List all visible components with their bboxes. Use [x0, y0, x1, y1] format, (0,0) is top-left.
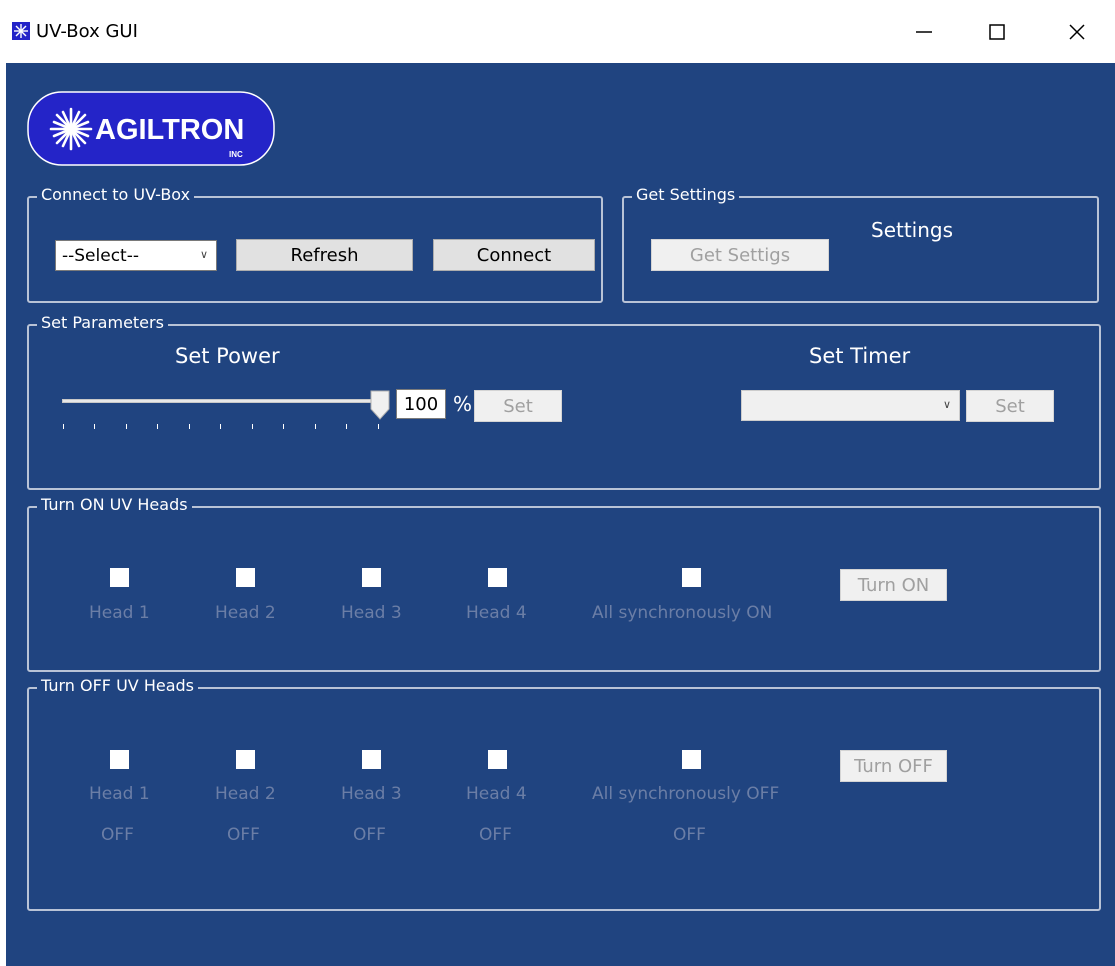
head-3-off-status: OFF — [353, 825, 386, 845]
turn-on-button[interactable]: Turn ON — [840, 569, 947, 601]
power-slider-thumb[interactable] — [370, 390, 390, 425]
slider-tick — [189, 424, 190, 429]
timer-select[interactable]: ∨ — [741, 390, 960, 421]
slider-tick — [94, 424, 95, 429]
refresh-button[interactable]: Refresh — [236, 239, 413, 271]
head-1-off-checkbox[interactable] — [110, 750, 129, 769]
minimize-icon — [916, 31, 932, 33]
head-3-on-checkbox[interactable] — [362, 568, 381, 587]
head-1-off-status: OFF — [101, 825, 134, 845]
maximize-icon — [989, 24, 1005, 40]
head-2-on-checkbox[interactable] — [236, 568, 255, 587]
connect-button[interactable]: Connect — [433, 239, 595, 271]
head-1-on-checkbox[interactable] — [110, 568, 129, 587]
connect-legend: Connect to UV-Box — [37, 185, 195, 204]
set-power-title: Set Power — [175, 344, 280, 368]
set-parameters-legend: Set Parameters — [37, 313, 168, 332]
power-unit: % — [453, 392, 473, 416]
head-1-off-label: Head 1 — [89, 784, 150, 804]
slider-tick — [283, 424, 284, 429]
turn-on-legend: Turn ON UV Heads — [37, 495, 192, 514]
get-settings-group: Get Settings Get Settigs Settings — [622, 185, 1099, 303]
head-4-off-checkbox[interactable] — [488, 750, 507, 769]
all-off-checkbox[interactable] — [682, 750, 701, 769]
head-1-on-label: Head 1 — [89, 603, 150, 623]
power-set-button[interactable]: Set — [474, 390, 562, 422]
head-3-off-checkbox[interactable] — [362, 750, 381, 769]
connect-group: Connect to UV-Box --Select-- ∨ Refresh C… — [27, 185, 603, 303]
head-4-off-status: OFF — [479, 825, 512, 845]
head-3-off-label: Head 3 — [341, 784, 402, 804]
head-3-on-label: Head 3 — [341, 603, 402, 623]
get-settings-legend: Get Settings — [632, 185, 740, 204]
set-timer-title: Set Timer — [809, 344, 911, 368]
power-slider-track[interactable] — [62, 399, 380, 403]
minimize-button[interactable] — [904, 14, 944, 50]
head-4-on-checkbox[interactable] — [488, 568, 507, 587]
chevron-down-icon: ∨ — [942, 397, 951, 411]
turn-off-group: Turn OFF UV Heads Head 1 Head 2 Head 3 H… — [27, 676, 1101, 911]
close-button[interactable] — [1057, 14, 1097, 50]
title-bar[interactable]: UV-Box GUI — [6, 0, 1115, 63]
turn-on-group: Turn ON UV Heads Head 1 Head 2 Head 3 He… — [27, 495, 1101, 672]
head-4-on-label: Head 4 — [466, 603, 527, 623]
slider-tick — [252, 424, 253, 429]
close-icon — [1069, 24, 1085, 40]
all-off-status: OFF — [673, 825, 706, 845]
head-2-off-checkbox[interactable] — [236, 750, 255, 769]
logo-subtext: INC — [229, 150, 243, 159]
slider-tick — [378, 424, 379, 429]
chevron-down-icon: ∨ — [199, 247, 208, 261]
all-on-checkbox[interactable] — [682, 568, 701, 587]
slider-tick — [315, 424, 316, 429]
slider-tick — [346, 424, 347, 429]
power-value-input[interactable]: 100 — [396, 389, 446, 419]
all-off-label: All synchronously OFF — [592, 784, 780, 804]
logo-text: AGILTRON — [95, 114, 244, 146]
app-window: UV-Box GUI AGILTRON INC Connect to UV-Bo… — [6, 0, 1115, 966]
head-4-off-label: Head 4 — [466, 784, 527, 804]
turn-off-legend: Turn OFF UV Heads — [37, 676, 199, 695]
agiltron-logo: AGILTRON INC — [27, 91, 275, 166]
head-2-on-label: Head 2 — [215, 603, 276, 623]
set-parameters-group: Set Parameters Set Power 100 % Set Set T — [27, 313, 1101, 490]
all-on-label: All synchronously ON — [592, 603, 773, 623]
get-settings-button[interactable]: Get Settigs — [651, 239, 829, 271]
port-select-value: --Select-- — [62, 245, 139, 266]
head-2-off-label: Head 2 — [215, 784, 276, 804]
maximize-button[interactable] — [977, 14, 1017, 50]
head-2-off-status: OFF — [227, 825, 260, 845]
slider-tick — [157, 424, 158, 429]
slider-tick — [126, 424, 127, 429]
app-starburst-icon — [12, 22, 30, 40]
timer-set-button[interactable]: Set — [966, 390, 1054, 422]
window-title: UV-Box GUI — [36, 21, 138, 42]
slider-tick — [220, 424, 221, 429]
turn-off-button[interactable]: Turn OFF — [840, 750, 947, 782]
main-panel: AGILTRON INC Connect to UV-Box --Select-… — [6, 63, 1115, 966]
settings-text: Settings — [871, 218, 954, 242]
slider-tick — [63, 424, 64, 429]
port-select[interactable]: --Select-- ∨ — [55, 240, 217, 271]
